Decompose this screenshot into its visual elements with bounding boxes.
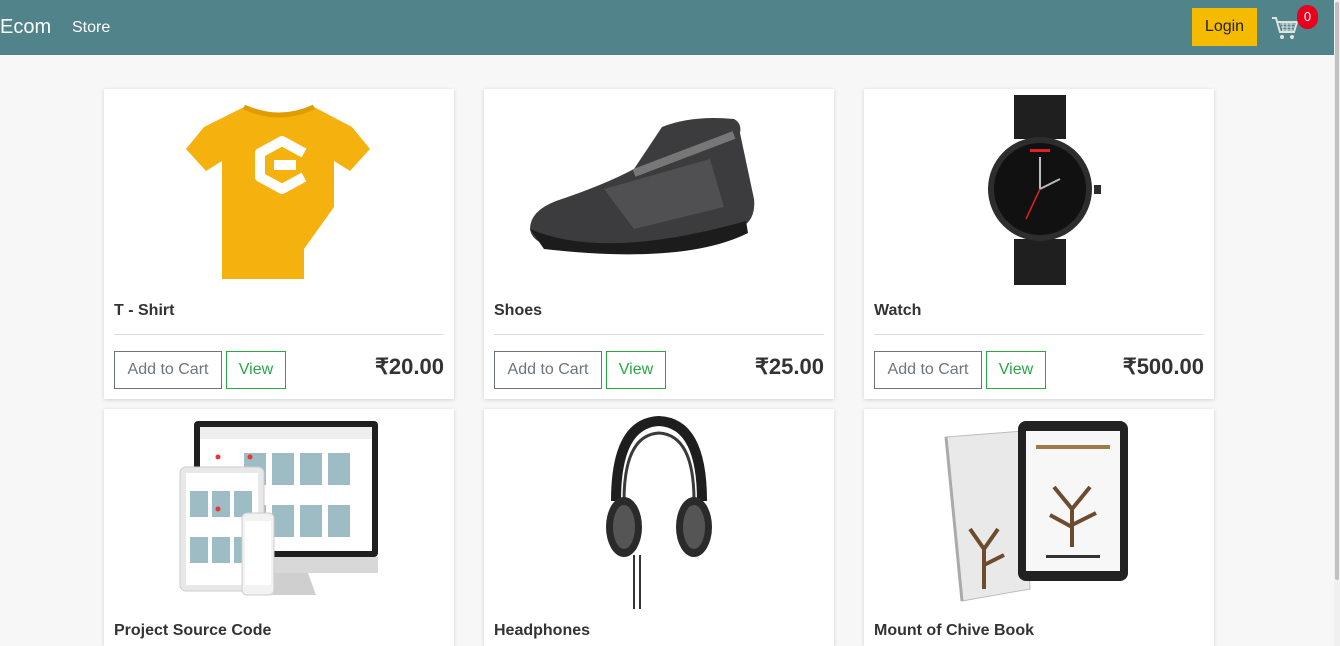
shoe-image[interactable] (484, 89, 834, 289)
product-card: Shoes Add to Cart View ₹25.00 (484, 89, 834, 399)
nav-link-store[interactable]: Store (72, 18, 110, 38)
product-card: Headphones (484, 409, 834, 646)
product-name: Shoes (494, 302, 543, 319)
view-button[interactable]: View (226, 351, 286, 389)
watch-image[interactable] (864, 89, 1214, 289)
add-to-cart-button[interactable]: Add to Cart (874, 351, 982, 389)
divider (874, 334, 1204, 335)
scrollbar-thumb[interactable] (1335, 2, 1339, 580)
add-to-cart-button[interactable]: Add to Cart (494, 351, 602, 389)
login-button[interactable]: Login (1192, 8, 1257, 46)
cart-count-badge: 0 (1297, 5, 1318, 29)
navbar: Ecom Store Login 0 (0, 0, 1334, 55)
product-price: ₹500.00 (1122, 354, 1204, 379)
product-name: Headphones (494, 622, 591, 639)
headphones-image[interactable] (484, 409, 834, 609)
product-name: T - Shirt (114, 302, 175, 319)
book-image[interactable] (864, 409, 1214, 609)
product-card: Mount of Chive Book (864, 409, 1214, 646)
add-to-cart-button[interactable]: Add to Cart (114, 351, 222, 389)
product-card: Project Source Code (104, 409, 454, 646)
product-name: Project Source Code (114, 622, 272, 639)
product-name: Watch (874, 302, 922, 319)
devices-image[interactable] (104, 409, 454, 609)
divider (114, 334, 444, 335)
product-name: Mount of Chive Book (874, 622, 1034, 639)
product-price: ₹20.00 (374, 354, 444, 379)
tshirt-image[interactable] (104, 89, 454, 289)
product-card: Watch Add to Cart View ₹500.00 (864, 89, 1214, 399)
view-button[interactable]: View (986, 351, 1046, 389)
product-price: ₹25.00 (754, 354, 824, 379)
cart-icon[interactable] (1271, 15, 1299, 41)
divider (494, 334, 824, 335)
view-button[interactable]: View (606, 351, 666, 389)
brand-logo[interactable]: Ecom (0, 15, 51, 39)
product-card: T - Shirt Add to Cart View ₹20.00 (104, 89, 454, 399)
